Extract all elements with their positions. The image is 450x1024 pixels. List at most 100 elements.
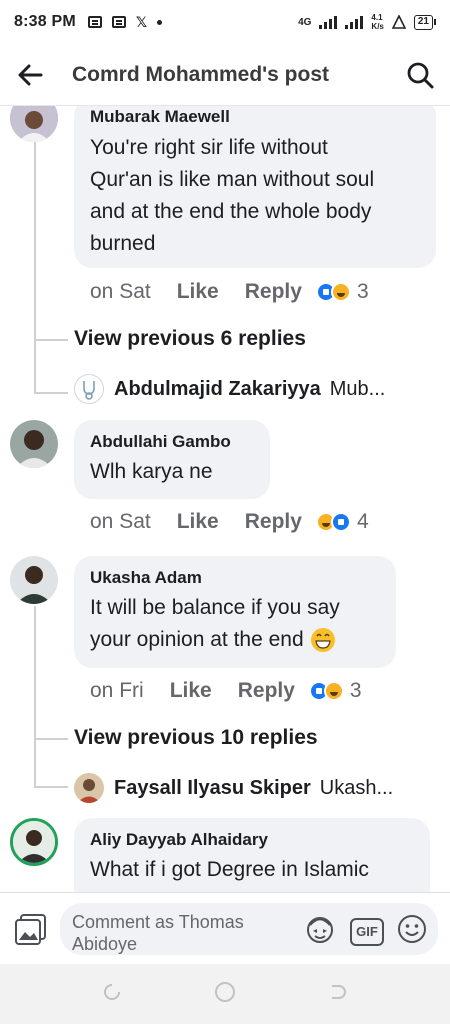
comment-input[interactable]: Comment as Thomas Abidoye GIF [60,903,438,955]
reply-snippet: Ukash... [319,776,394,799]
reactions[interactable]: 3 [315,280,369,304]
net-speed: 4.1 K/s [371,13,383,31]
recents-icon [104,983,120,1000]
app-header: Comrd Mohammed's post [0,44,450,106]
avatar [74,374,104,404]
avatar[interactable] [10,420,58,468]
reply-preview[interactable]: Faysall Ilyasu Skiper Ukash... [74,773,393,803]
avatar[interactable] [10,556,58,604]
comment-actions: on Sat Like Reply 3 [90,280,369,304]
comment-author[interactable]: Aliy Dayyab Alhaidary [90,830,268,850]
avatar-sticker-icon [307,917,333,943]
avatar-sticker-button[interactable] [302,911,338,952]
net-speed-value: 4.1 [371,13,383,22]
thread-line [34,392,68,394]
comment-text: Wlh karya ne [90,460,213,483]
reply-button[interactable]: Reply [245,510,302,534]
reaction-count: 3 [349,679,362,702]
signal-2-icon [345,15,364,29]
photo-button[interactable] [12,910,50,948]
home-button[interactable] [213,980,237,1009]
reaction-count: 4 [356,510,369,533]
comment-placeholder: Comment as Thomas Abidoye [72,912,244,954]
stethoscope-icon [83,381,95,400]
comment-actions: on Fri Like Reply 3 [90,679,362,703]
back-nav-icon [332,984,346,999]
comment-author[interactable]: Mubarak Maewell [90,107,230,127]
back-nav-button[interactable] [327,981,349,1008]
comment-composer: Comment as Thomas Abidoye GIF [0,892,450,964]
back-button[interactable] [0,45,60,105]
haha-reaction-icon [323,681,344,701]
haha-reaction-icon [330,282,351,302]
comment-time[interactable]: on Fri [90,679,144,703]
home-icon [215,981,235,1002]
reply-snippet: Mub... [329,377,386,400]
avatar[interactable] [10,106,58,142]
comment-bubble[interactable]: Aliy Dayyab Alhaidary What if i got Degr… [74,818,430,892]
photo-icon [15,913,46,945]
reactions[interactable]: 3 [308,679,362,703]
comment-actions: on Sat Like Reply 4 [90,510,369,534]
recents-button[interactable] [101,981,123,1008]
reactions[interactable]: 4 [315,510,369,534]
thread-line [34,142,36,394]
like-button[interactable]: Like [177,510,219,534]
search-icon [407,62,434,88]
system-icons: 4G 4.1 K/s 21 [298,13,436,31]
signal-icon [319,15,338,29]
avatar-photo-icon [10,420,58,468]
reply-preview[interactable]: Abdulmajid Zakariyya Mub... [74,374,385,404]
avatar [74,773,104,803]
comment-text: What if i got Degree in Islamic [90,858,369,881]
avatar[interactable] [10,818,58,866]
alert-triangle-icon [391,15,406,29]
comment-bubble[interactable]: Ukasha Adam It will be balance if you sa… [74,556,396,668]
search-button[interactable] [390,45,450,105]
reaction-count: 3 [356,280,369,303]
status-bar: 8:38 PM 𝕏 4G 4.1 K/s 21 [0,0,450,44]
thread-line [34,339,68,341]
status-time: 8:38 PM [14,13,76,30]
thread-line [34,786,68,788]
network-type: 4G [298,16,312,28]
like-button[interactable]: Like [170,679,212,703]
notification-icons: 𝕏 [87,13,163,31]
comment-text: You're right sir life without Qur'an is … [90,136,375,255]
comment-time[interactable]: on Sat [90,280,151,304]
view-previous-replies[interactable]: View previous 10 replies [74,726,318,750]
avatar-photo-icon [13,821,55,863]
thread-line [34,738,68,740]
like-button[interactable]: Like [177,280,219,304]
emoji-button[interactable] [396,913,428,950]
reply-author: Faysall Ilyasu Skiper [114,776,311,799]
grinning-emoji-icon [310,628,335,652]
comment-author[interactable]: Abdullahi Gambo [90,432,231,452]
gif-button[interactable]: GIF [350,917,384,946]
more-dot-icon [157,19,163,25]
system-nav-bar [0,964,450,1024]
message-icon [87,16,102,28]
battery-icon: 21 [413,14,436,30]
comment-text: It will be balance if you say your opini… [90,596,340,652]
avatar-photo-icon [10,106,58,142]
emoji-icon [398,915,426,943]
comment-bubble[interactable]: Mubarak Maewell You're right sir life wi… [74,106,436,268]
comment-bubble[interactable]: Abdullahi Gambo Wlh karya ne [74,420,270,499]
x-app-icon: 𝕏 [135,13,148,30]
back-arrow-icon [18,64,43,85]
avatar-photo-icon [74,773,104,803]
view-previous-replies[interactable]: View previous 6 replies [74,327,306,351]
reply-button[interactable]: Reply [238,679,295,703]
net-speed-unit: K/s [371,22,384,31]
page-title: Comrd Mohammed's post [72,62,330,86]
comment-author[interactable]: Ukasha Adam [90,568,202,588]
like-reaction-icon [330,512,351,532]
comment-thread: Mubarak Maewell You're right sir life wi… [0,106,450,892]
thread-line [34,606,36,788]
reply-author: Abdulmajid Zakariyya [114,377,321,400]
avatar-photo-icon [10,556,58,604]
comment-time[interactable]: on Sat [90,510,151,534]
reply-button[interactable]: Reply [245,280,302,304]
gif-icon: GIF [356,924,378,939]
